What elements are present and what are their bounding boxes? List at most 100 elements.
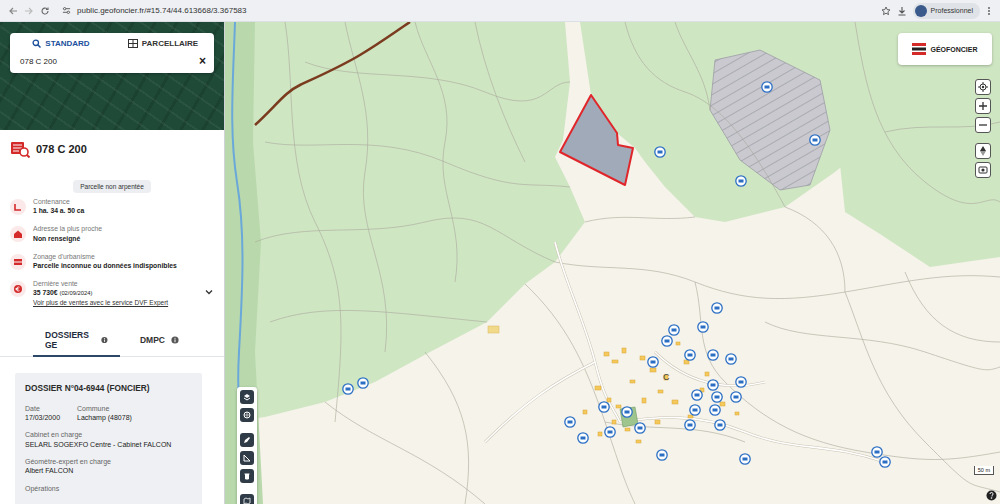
survey-file-pin[interactable] [731, 392, 741, 402]
reload-icon[interactable] [40, 6, 50, 16]
survey-file-pin[interactable] [726, 354, 736, 364]
last-sale: Dernière vente35 730€ (02/09/2024)Voir p… [0, 275, 224, 311]
survey-file-pin[interactable] [685, 350, 695, 360]
field-label: Zonage d'urbanisme [33, 252, 214, 261]
survey-file-pin[interactable] [578, 433, 588, 443]
survey-file-pin[interactable] [605, 427, 615, 437]
geofoncier-logo[interactable]: GÉOFONCIER [898, 33, 992, 65]
layers-icon [978, 165, 988, 175]
survey-file-pin[interactable] [692, 390, 702, 400]
survey-file-pin[interactable] [712, 303, 722, 313]
map[interactable]: C GÉOFONCIER 50 m [225, 22, 1000, 504]
dossier-title: DOSSIER N°04-6944 (FONCIER) [25, 383, 192, 393]
locate-button[interactable] [975, 79, 991, 95]
survey-file-pin[interactable] [343, 384, 353, 394]
survey-file-pin[interactable] [599, 402, 609, 412]
delete-tool-button[interactable] [240, 469, 254, 483]
address-icon [13, 229, 23, 239]
clear-button[interactable]: × [199, 55, 206, 67]
survey-file-pin[interactable] [810, 135, 820, 145]
survey-file-pin[interactable] [736, 377, 746, 387]
building [583, 410, 587, 414]
profile-label[interactable]: Professionnel [931, 7, 973, 14]
parcel-header: 078 C 200 [0, 140, 224, 158]
plus-icon [979, 102, 987, 110]
survey-file-pin[interactable] [712, 392, 722, 402]
panel-tab-label[interactable]: DOSSIERS GE [45, 330, 95, 350]
panel-tab-label[interactable]: DMPC [140, 335, 165, 345]
survey-file-pin[interactable] [669, 325, 679, 335]
info-icon [171, 336, 179, 344]
survey-file-pin[interactable] [762, 82, 772, 92]
survey-file-pin[interactable] [740, 454, 750, 464]
search-value[interactable]: 078 C 200 [20, 57, 199, 66]
building [676, 342, 680, 345]
survey-file-pin[interactable] [657, 450, 667, 460]
forward-icon[interactable] [24, 6, 34, 16]
back-icon[interactable] [8, 6, 18, 16]
layer-tool-button[interactable] [240, 390, 254, 404]
zoom-out-button[interactable] [975, 117, 991, 133]
survey-file-pin[interactable] [708, 380, 718, 390]
survey-file-pin[interactable] [685, 420, 695, 430]
map-tool-button[interactable] [240, 494, 254, 504]
ruler-icon [243, 454, 251, 462]
search-tab[interactable]: PARCELLAIRE [112, 33, 214, 52]
panel-tab[interactable]: DMPC [128, 324, 191, 357]
cadastre-icon [128, 39, 138, 48]
parcel-field: Adresse la plus procheNon renseigné [0, 220, 224, 247]
draw-tool-button[interactable] [240, 433, 254, 447]
search-tab-label[interactable]: STANDARD [45, 39, 89, 48]
survey-file-pin[interactable] [565, 417, 575, 427]
menu-dots-icon[interactable] [986, 6, 992, 16]
parcel-field: Contenance1 ha. 34 a. 50 ca [0, 193, 224, 220]
search-tab-label[interactable]: PARCELLAIRE [142, 39, 198, 48]
building [604, 352, 609, 356]
survey-file-pin[interactable] [622, 407, 632, 417]
building [598, 432, 602, 436]
scale-bar: 50 m [974, 466, 994, 475]
survey-file-pin[interactable] [880, 457, 890, 467]
survey-file-pin[interactable] [655, 147, 665, 157]
parcel-search-icon [10, 140, 30, 158]
field-label: Dernière vente [33, 279, 197, 288]
globe-tool-button[interactable] [240, 408, 254, 422]
bookmark-star-icon[interactable] [881, 6, 891, 16]
map-canvas[interactable]: C [225, 22, 1000, 504]
url-text[interactable]: public.geofoncier.fr/#15.74/44.613668/3.… [77, 6, 246, 15]
survey-file-pin[interactable] [690, 405, 700, 415]
measure-tool-button[interactable] [240, 451, 254, 465]
survey-file-pin[interactable] [708, 350, 718, 360]
search-input[interactable]: 078 C 200 × [10, 52, 214, 73]
help-icon[interactable] [986, 490, 997, 501]
building [658, 390, 663, 393]
dossier-card[interactable]: DOSSIER N°04-6944 (FONCIER) Date17/03/200… [15, 373, 202, 504]
zoom-in-button[interactable] [975, 98, 991, 114]
pencil-icon [243, 436, 251, 444]
survey-file-pin[interactable] [698, 322, 708, 332]
sidebar: STANDARD PARCELLAIRE 078 C 200 × 078 C 20… [0, 22, 225, 504]
layers-button[interactable] [975, 162, 991, 178]
selected-parcel[interactable] [560, 95, 633, 185]
survey-file-pin[interactable] [715, 420, 725, 430]
survey-file-pin[interactable] [648, 357, 658, 367]
download-icon[interactable] [897, 6, 907, 16]
dossier-field-label: Géomètre-expert en charge [25, 457, 192, 466]
survey-file-pin[interactable] [358, 378, 368, 388]
compass-button[interactable] [975, 143, 991, 159]
survey-file-pin[interactable] [635, 423, 645, 433]
site-settings-icon[interactable] [62, 6, 71, 15]
address-bar[interactable]: public.geofoncier.fr/#15.74/44.613668/3.… [56, 3, 875, 19]
survey-file-pin[interactable] [736, 176, 746, 186]
survey-file-pin[interactable] [662, 336, 672, 346]
panel-tab[interactable]: DOSSIERS GE [33, 324, 120, 357]
survey-file-pin[interactable] [872, 447, 882, 457]
chevron-icon[interactable] [204, 287, 214, 297]
survey-file-pin[interactable] [710, 405, 720, 415]
dossier-field: Date17/03/2000 [25, 404, 75, 423]
profile-button[interactable]: Professionnel [913, 3, 980, 19]
dvf-link[interactable]: Voir plus de ventes avec le service DVF … [33, 298, 197, 307]
euro-icon [13, 284, 23, 294]
globe-icon [243, 411, 251, 419]
search-tab[interactable]: STANDARD [10, 33, 112, 52]
